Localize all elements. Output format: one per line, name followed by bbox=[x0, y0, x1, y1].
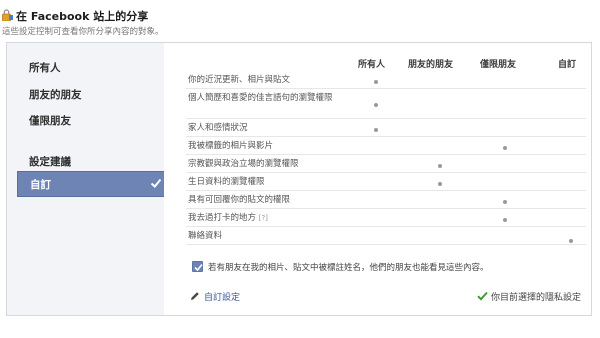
setting-label: 我被標籤的相片與影片 bbox=[188, 141, 274, 151]
sidebar-item-custom[interactable]: 自訂 bbox=[17, 171, 171, 197]
setting-label: 聯絡資料 bbox=[188, 231, 223, 241]
setting-marker bbox=[503, 146, 507, 150]
current-setting-label: 你目前選擇的隱私設定 bbox=[491, 293, 582, 303]
customize-settings-label: 自訂設定 bbox=[204, 293, 241, 303]
help-link[interactable]: [?] bbox=[259, 214, 268, 222]
current-setting-indicator: 你目前選擇的隱私設定 bbox=[477, 290, 587, 304]
setting-marker bbox=[374, 103, 378, 107]
setting-label: 宗教觀與政治立場的瀏覽權限 bbox=[188, 159, 299, 169]
setting-marker bbox=[569, 239, 573, 243]
setting-marker bbox=[503, 218, 507, 222]
checkmark-icon bbox=[194, 263, 203, 272]
setting-marker bbox=[374, 128, 378, 132]
lock-icon bbox=[2, 9, 13, 21]
setting-row[interactable]: 聯絡資料 bbox=[186, 227, 586, 245]
setting-label: 你的近況更新、相片與貼文 bbox=[188, 75, 291, 85]
check-icon bbox=[150, 178, 162, 188]
setting-label: 生日資料的瀏覽權限 bbox=[188, 177, 265, 187]
setting-label: 家人和感情狀況 bbox=[188, 123, 248, 133]
sidebar-item-friends-only[interactable]: 僅限朋友 bbox=[29, 113, 71, 128]
sidebar-item-everyone[interactable]: 所有人 bbox=[29, 60, 61, 75]
settings-table: 所有人 朋友的朋友 僅限朋友 自訂 你的近況更新、相片與貼文 個人簡歷和喜愛的佳… bbox=[164, 43, 591, 315]
setting-row[interactable]: 我去過打卡的地方 [?] bbox=[186, 209, 586, 227]
setting-marker bbox=[503, 200, 507, 204]
pencil-icon bbox=[191, 292, 199, 300]
privacy-panel: 所有人 朋友的朋友 僅限朋友 設定建議 自訂 所有人 朋友的朋友 僅限朋友 自訂… bbox=[6, 42, 592, 316]
column-header-friends-of-friends: 朋友的朋友 bbox=[408, 60, 454, 70]
tag-sharing-option: 若有朋友在我的相片、貼文中被標註姓名，他們的朋友也能看見這些內容。 bbox=[188, 260, 588, 276]
setting-row[interactable]: 你的近況更新、相片與貼文 bbox=[186, 71, 586, 89]
setting-marker bbox=[438, 164, 442, 168]
sidebar-item-label: 自訂 bbox=[30, 179, 51, 191]
page-subtitle: 這些設定控制可查看你所分享內容的對象。 bbox=[2, 27, 164, 37]
setting-label: 具有可回覆你的貼文的權限 bbox=[188, 195, 291, 205]
setting-label-text: 我去過打卡的地方 bbox=[188, 213, 257, 223]
column-header-friends-only: 僅限朋友 bbox=[480, 60, 517, 70]
setting-row[interactable]: 家人和感情狀況 bbox=[186, 119, 586, 137]
page-title: 在 Facebook 站上的分享 bbox=[16, 10, 149, 23]
setting-row[interactable]: 具有可回覆你的貼文的權限 bbox=[186, 191, 586, 209]
setting-row[interactable]: 我被標籤的相片與影片 bbox=[186, 137, 586, 155]
setting-label: 我去過打卡的地方 [?] bbox=[188, 213, 358, 223]
setting-row[interactable]: 宗教觀與政治立場的瀏覽權限 bbox=[186, 155, 586, 173]
section-header: 在 Facebook 站上的分享 這些設定控制可查看你所分享內容的對象。 bbox=[0, 2, 600, 38]
column-header-everyone: 所有人 bbox=[358, 60, 386, 70]
tag-sharing-checkbox[interactable] bbox=[192, 261, 203, 272]
sidebar-item-friends-of-friends[interactable]: 朋友的朋友 bbox=[29, 87, 82, 102]
setting-marker bbox=[438, 182, 442, 186]
setting-label: 個人簡歷和喜愛的佳言語句的瀏覽權限 bbox=[188, 93, 333, 103]
sidebar-item-recommended[interactable]: 設定建議 bbox=[29, 154, 71, 169]
column-header-custom: 自訂 bbox=[558, 60, 577, 70]
green-check-icon bbox=[477, 291, 488, 301]
sidebar: 所有人 朋友的朋友 僅限朋友 設定建議 自訂 bbox=[7, 43, 171, 315]
setting-row[interactable]: 個人簡歷和喜愛的佳言語句的瀏覽權限 bbox=[186, 89, 586, 119]
setting-marker bbox=[374, 80, 378, 84]
tag-sharing-label: 若有朋友在我的相片、貼文中被標註姓名，他們的朋友也能看見這些內容。 bbox=[208, 263, 489, 273]
setting-row[interactable]: 生日資料的瀏覽權限 bbox=[186, 173, 586, 191]
